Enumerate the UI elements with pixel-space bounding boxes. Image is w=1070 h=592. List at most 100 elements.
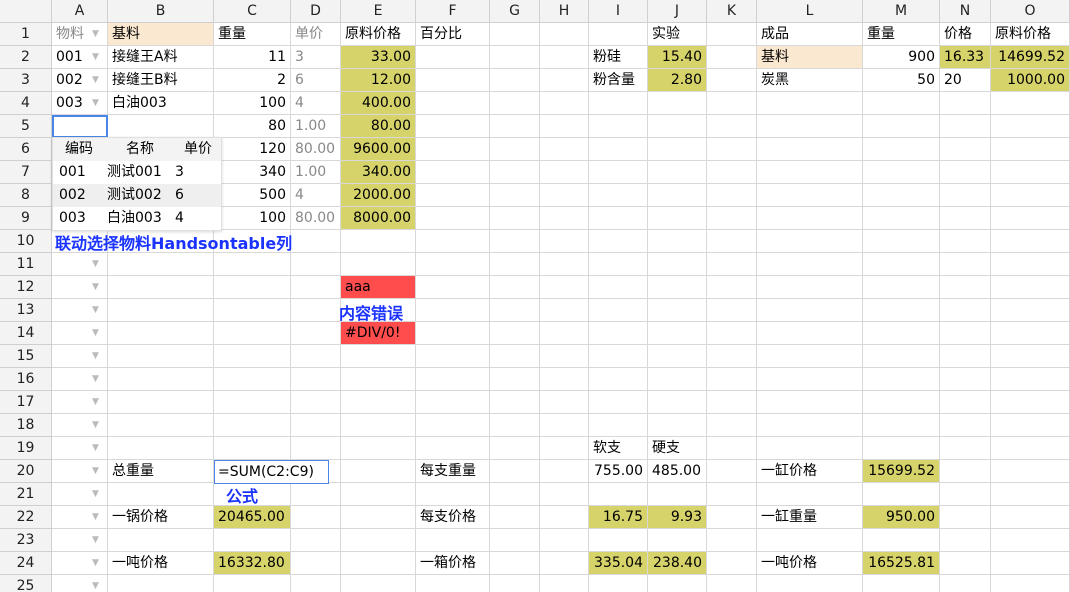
cell-f6[interactable] xyxy=(416,138,490,161)
cell-o19[interactable] xyxy=(991,437,1070,460)
cell-o13[interactable] xyxy=(991,299,1070,322)
cell-c19[interactable] xyxy=(214,437,291,460)
cell-k5[interactable] xyxy=(707,115,757,138)
cell-k15[interactable] xyxy=(707,345,757,368)
cell-c14[interactable] xyxy=(214,322,291,345)
chevron-down-icon[interactable]: ▼ xyxy=(92,420,99,430)
cell-f10[interactable] xyxy=(416,230,490,253)
cell-b25[interactable] xyxy=(108,575,214,592)
cell-d8[interactable]: 4 xyxy=(291,184,341,207)
row-header-21[interactable]: 21 xyxy=(0,483,52,506)
cell-f14[interactable] xyxy=(416,322,490,345)
cell-a1[interactable]: 物料 xyxy=(52,23,108,46)
cell-i11[interactable] xyxy=(589,253,648,276)
row-header-4[interactable]: 4 xyxy=(0,92,52,115)
cell-h10[interactable] xyxy=(540,230,589,253)
cell-b3[interactable]: 接缝王B料 xyxy=(108,69,214,92)
row-header-2[interactable]: 2 xyxy=(0,46,52,69)
cell-c7[interactable]: 340 xyxy=(214,161,291,184)
cell-c25[interactable] xyxy=(214,575,291,592)
cell-i24[interactable]: 335.04 xyxy=(589,552,648,575)
cell-i18[interactable] xyxy=(589,414,648,437)
cell-n8[interactable] xyxy=(940,184,991,207)
chevron-down-icon[interactable]: ▼ xyxy=(92,305,99,315)
cell-o10[interactable] xyxy=(991,230,1070,253)
cell-n22[interactable] xyxy=(940,506,991,529)
cell-l5[interactable] xyxy=(757,115,863,138)
cell-i7[interactable] xyxy=(589,161,648,184)
cell-n4[interactable] xyxy=(940,92,991,115)
chevron-down-icon[interactable]: ▼ xyxy=(92,75,99,85)
row-header-17[interactable]: 17 xyxy=(0,391,52,414)
cell-o4[interactable] xyxy=(991,92,1070,115)
cell-k11[interactable] xyxy=(707,253,757,276)
cell-m3[interactable]: 50 xyxy=(863,69,940,92)
cell-f21[interactable] xyxy=(416,483,490,506)
cell-o7[interactable] xyxy=(991,161,1070,184)
cell-f1[interactable]: 百分比 xyxy=(416,23,490,46)
cell-o15[interactable] xyxy=(991,345,1070,368)
cell-i2[interactable]: 粉硅 xyxy=(589,46,648,69)
cell-i1[interactable] xyxy=(589,23,648,46)
cell-o22[interactable] xyxy=(991,506,1070,529)
row-header-1[interactable]: 1 xyxy=(0,23,52,46)
row-header-6[interactable]: 6 xyxy=(0,138,52,161)
cell-o20[interactable] xyxy=(991,460,1070,483)
cell-l3[interactable]: 炭黑 xyxy=(757,69,863,92)
cell-d6[interactable]: 80.00 xyxy=(291,138,341,161)
cell-j8[interactable] xyxy=(648,184,707,207)
cell-n23[interactable] xyxy=(940,529,991,552)
chevron-down-icon[interactable]: ▼ xyxy=(92,98,99,108)
cell-g12[interactable] xyxy=(490,276,540,299)
cell-k13[interactable] xyxy=(707,299,757,322)
cell-h14[interactable] xyxy=(540,322,589,345)
cell-h17[interactable] xyxy=(540,391,589,414)
cell-e22[interactable] xyxy=(341,506,416,529)
cell-e19[interactable] xyxy=(341,437,416,460)
cell-f18[interactable] xyxy=(416,414,490,437)
cell-k9[interactable] xyxy=(707,207,757,230)
cell-n10[interactable] xyxy=(940,230,991,253)
row-header-13[interactable]: 13 xyxy=(0,299,52,322)
cell-a19[interactable] xyxy=(52,437,108,460)
cell-c15[interactable] xyxy=(214,345,291,368)
cell-j13[interactable] xyxy=(648,299,707,322)
cell-b20[interactable]: 总重量 xyxy=(108,460,214,483)
cell-j16[interactable] xyxy=(648,368,707,391)
cell-a18[interactable] xyxy=(52,414,108,437)
cell-m25[interactable] xyxy=(863,575,940,592)
cell-j12[interactable] xyxy=(648,276,707,299)
row-header-11[interactable]: 11 xyxy=(0,253,52,276)
cell-l17[interactable] xyxy=(757,391,863,414)
cell-c9[interactable]: 100 xyxy=(214,207,291,230)
cell-j20[interactable]: 485.00 xyxy=(648,460,707,483)
cell-l7[interactable] xyxy=(757,161,863,184)
cell-o11[interactable] xyxy=(991,253,1070,276)
cell-g15[interactable] xyxy=(490,345,540,368)
chevron-down-icon[interactable]: ▼ xyxy=(92,259,99,269)
cell-g3[interactable] xyxy=(490,69,540,92)
cell-m6[interactable] xyxy=(863,138,940,161)
cell-h5[interactable] xyxy=(540,115,589,138)
cell-a15[interactable] xyxy=(52,345,108,368)
cell-d22[interactable] xyxy=(291,506,341,529)
cell-f15[interactable] xyxy=(416,345,490,368)
cell-e3[interactable]: 12.00 xyxy=(341,69,416,92)
cell-m5[interactable] xyxy=(863,115,940,138)
cell-l12[interactable] xyxy=(757,276,863,299)
cell-b12[interactable] xyxy=(108,276,214,299)
cell-a11[interactable] xyxy=(52,253,108,276)
material-dropdown[interactable]: 编码 名称 单价 001 测试001 3 002 测试002 6 003 白油003 4 xyxy=(52,137,222,231)
cell-o6[interactable] xyxy=(991,138,1070,161)
cell-o24[interactable] xyxy=(991,552,1070,575)
cell-f3[interactable] xyxy=(416,69,490,92)
cell-m12[interactable] xyxy=(863,276,940,299)
cell-a13[interactable] xyxy=(52,299,108,322)
cell-h22[interactable] xyxy=(540,506,589,529)
cell-a16[interactable] xyxy=(52,368,108,391)
cell-m2[interactable]: 900 xyxy=(863,46,940,69)
cell-m4[interactable] xyxy=(863,92,940,115)
cell-c17[interactable] xyxy=(214,391,291,414)
cell-c18[interactable] xyxy=(214,414,291,437)
cell-n6[interactable] xyxy=(940,138,991,161)
